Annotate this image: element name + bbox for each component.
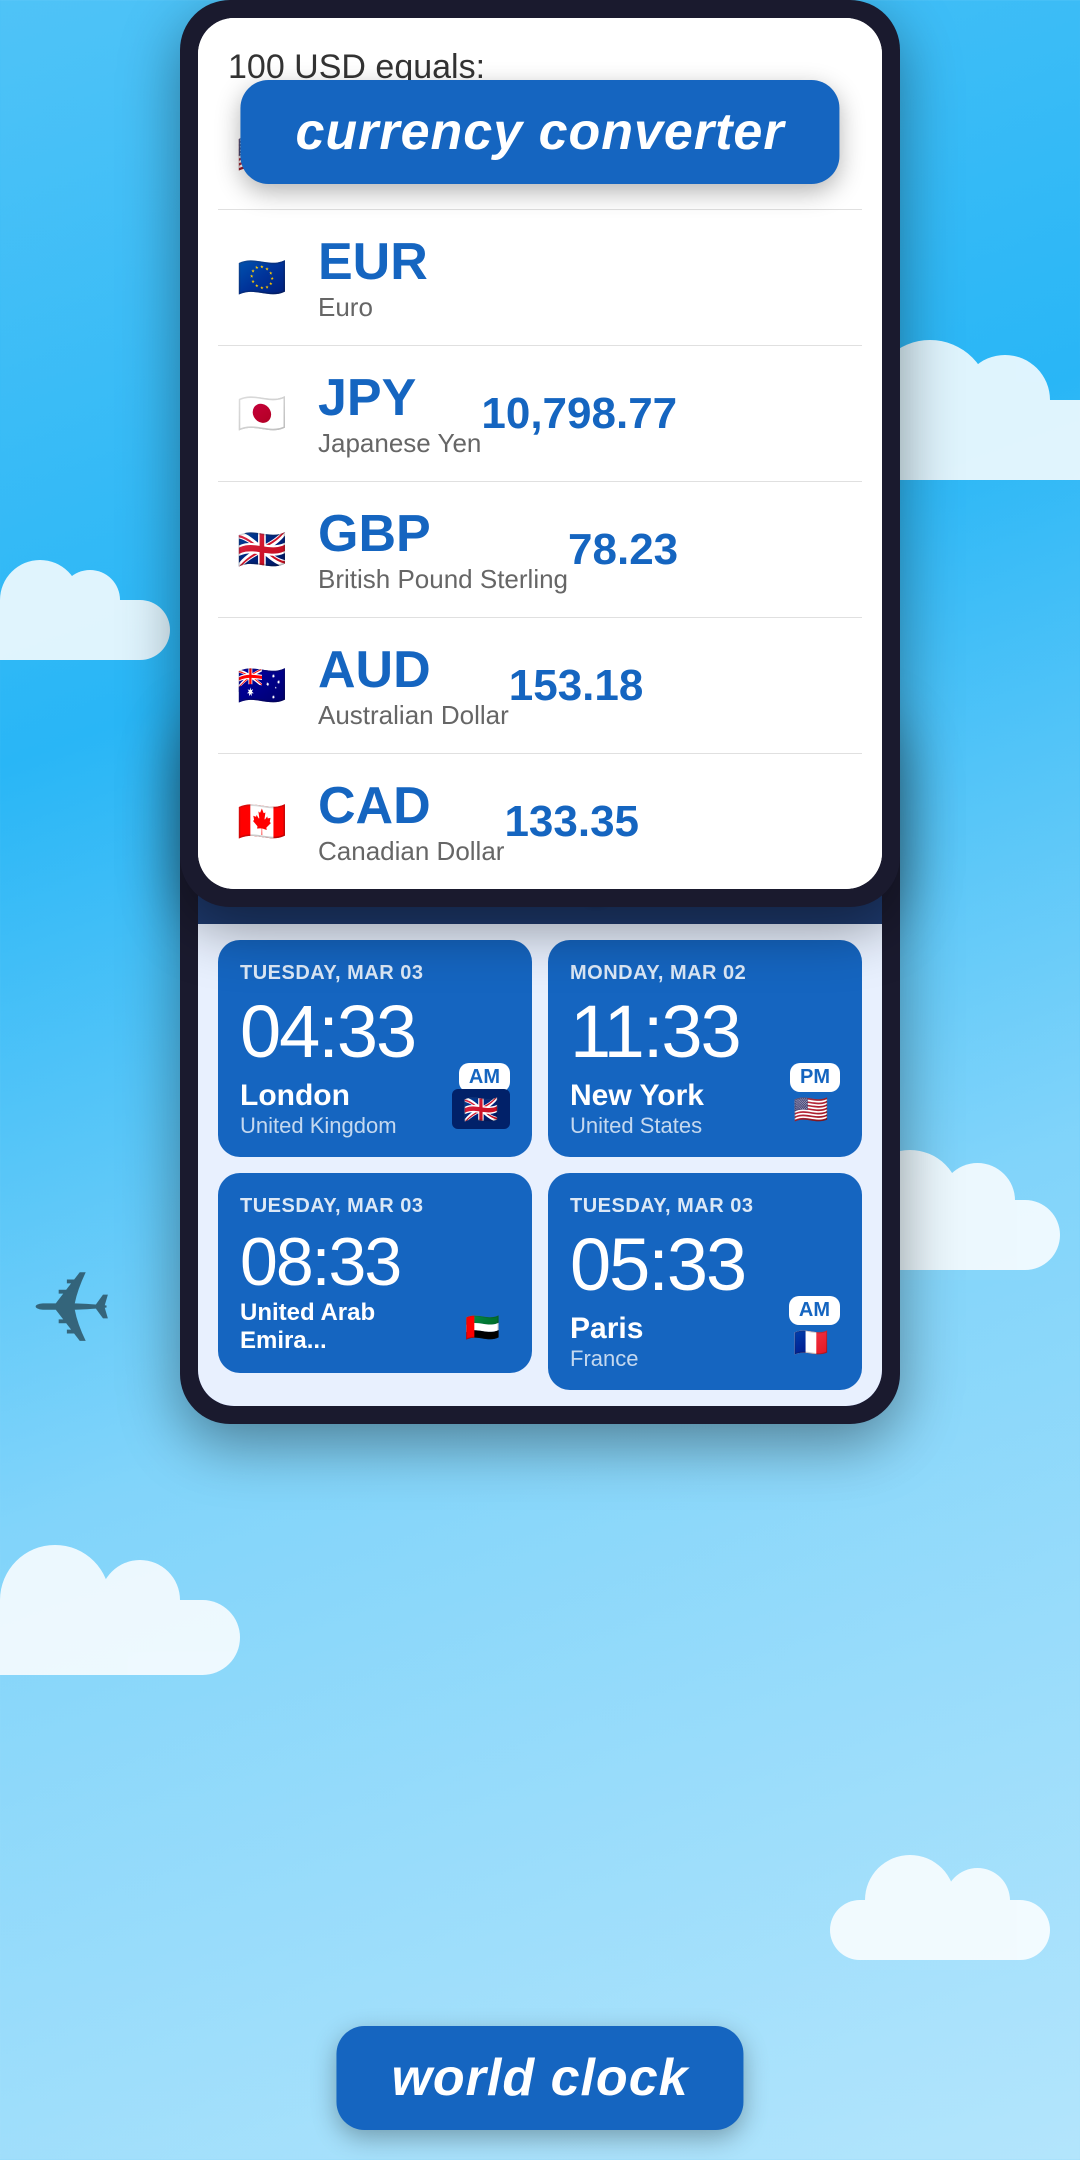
currency-converter-label: currency converter (295, 103, 784, 161)
currency-info-eur: EUR Euro (318, 232, 428, 323)
currency-row-cad[interactable]: 🇨🇦 CAD Canadian Dollar 133.35 (218, 754, 862, 889)
currency-info-gbp: GBP British Pound Sterling (318, 504, 568, 595)
clock-city-paris: Paris (570, 1312, 643, 1345)
clock-country-paris: France (570, 1346, 643, 1372)
currency-info-jpy: JPY Japanese Yen (318, 368, 481, 459)
flag-jpy: 🇯🇵 (228, 380, 296, 448)
cloud-decoration-2 (0, 600, 170, 660)
clock-time-paris: 05:33 (570, 1228, 840, 1302)
clock-card-uae[interactable]: TUESDAY, MAR 03 08:33 United Arab Emira.… (218, 1173, 532, 1373)
currency-name-cad: Canadian Dollar (318, 836, 504, 867)
currency-amount-gbp: 78.23 (568, 525, 678, 575)
ampm-badge-newyork: PM (790, 1063, 840, 1092)
currency-code-eur: EUR (318, 233, 428, 291)
clock-card-newyork[interactable]: MONDAY, MAR 02 11:33 PM New York United … (548, 940, 862, 1157)
currency-info-aud: AUD Australian Dollar (318, 640, 509, 731)
clock-date-newyork: MONDAY, MAR 02 (570, 962, 840, 985)
clock-city-row-uae: United Arab Emira... (240, 1299, 510, 1355)
currency-code-gbp: GBP (318, 505, 431, 563)
clock-time-uae: 08:33 (240, 1228, 510, 1296)
flag-eur: 🇪🇺 (228, 244, 296, 312)
clock-time-london: 04:33 (240, 995, 510, 1069)
currency-row-gbp[interactable]: 🇬🇧 GBP British Pound Sterling 78.23 (218, 482, 862, 618)
clock-location-newyork: New York United States (570, 1079, 704, 1139)
clock-date-uae: TUESDAY, MAR 03 (240, 1195, 510, 1218)
clock-city-london: London (240, 1079, 350, 1112)
currency-name-gbp: British Pound Sterling (318, 564, 568, 595)
clock-location-london: London United Kingdom (240, 1079, 397, 1139)
clock-location-uae: United Arab Emira... (240, 1299, 455, 1355)
currency-list: 🇺🇸 USD 100 🇪🇺 EUR Euro 🇯🇵 JPY (198, 97, 882, 889)
currency-name-aud: Australian Dollar (318, 700, 509, 731)
flag-badge-paris (782, 1322, 840, 1362)
flag-cad: 🇨🇦 (228, 788, 296, 856)
flag-aud: 🇦🇺 (228, 652, 296, 720)
currency-amount-cad: 133.35 (504, 797, 639, 847)
flag-badge-newyork (782, 1089, 840, 1129)
currency-amount-jpy: 10,798.77 (481, 389, 677, 439)
clock-date-london: TUESDAY, MAR 03 (240, 962, 510, 985)
cloud-decoration-4 (0, 1600, 240, 1675)
currency-code-aud: AUD (318, 641, 431, 699)
flag-badge-london (452, 1089, 510, 1129)
flag-gbp: 🇬🇧 (228, 516, 296, 584)
ampm-badge-london: AM (459, 1063, 510, 1092)
currency-name-eur: Euro (318, 292, 428, 323)
clock-city-newyork: New York (570, 1079, 704, 1112)
clock-time-newyork: 11:33 (570, 995, 840, 1069)
airplane-decoration: ✈ (30, 1250, 114, 1367)
currency-converter-label-box: currency converter (240, 80, 839, 184)
clock-city-uae: United Arab Emira... (240, 1299, 375, 1354)
currency-row-jpy[interactable]: 🇯🇵 JPY Japanese Yen 10,798.77 (218, 346, 862, 482)
currency-info-cad: CAD Canadian Dollar (318, 776, 504, 867)
clock-date-paris: TUESDAY, MAR 03 (570, 1195, 840, 1218)
currency-code-cad: CAD (318, 777, 431, 835)
clock-grid: TUESDAY, MAR 03 04:33 AM London United K… (198, 924, 882, 1406)
currency-name-jpy: Japanese Yen (318, 428, 481, 459)
currency-code-jpy: JPY (318, 369, 416, 427)
currency-amount-aud: 153.18 (509, 661, 644, 711)
cloud-decoration-5 (830, 1900, 1050, 1960)
currency-row-aud[interactable]: 🇦🇺 AUD Australian Dollar 153.18 (218, 618, 862, 754)
clock-country-newyork: United States (570, 1113, 704, 1139)
currency-row-eur[interactable]: 🇪🇺 EUR Euro (218, 210, 862, 346)
clock-card-london[interactable]: TUESDAY, MAR 03 04:33 AM London United K… (218, 940, 532, 1157)
clock-location-paris: Paris France (570, 1312, 643, 1372)
ampm-badge-paris: AM (789, 1296, 840, 1325)
world-clock-label-box: world clock (336, 2026, 743, 2130)
clock-country-london: United Kingdom (240, 1113, 397, 1139)
clock-card-paris[interactable]: TUESDAY, MAR 03 05:33 AM Paris France (548, 1173, 862, 1390)
flag-badge-uae (455, 1307, 510, 1347)
world-clock-label: world clock (391, 2049, 688, 2107)
